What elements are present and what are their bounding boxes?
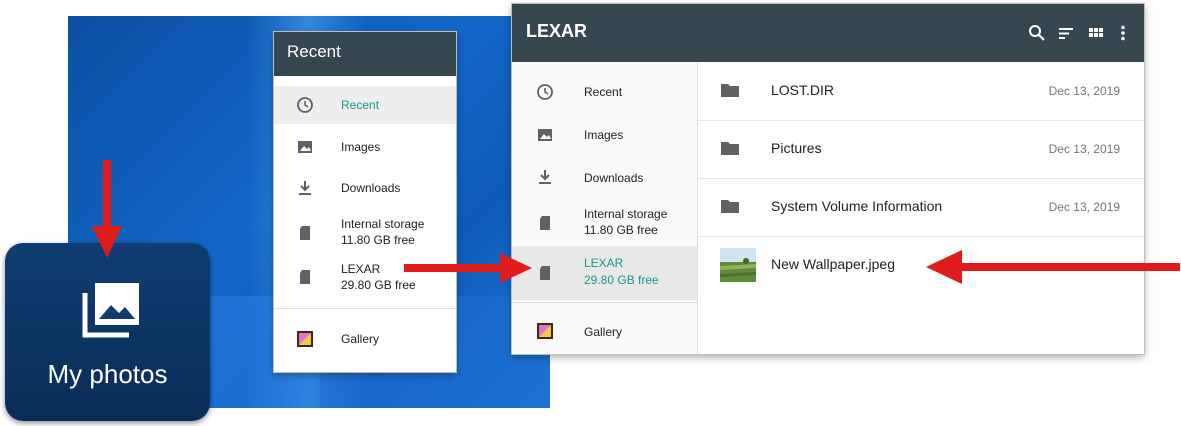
- nav-item-internal-storage[interactable]: Internal storage 11.80 GB free: [274, 212, 456, 252]
- file-date: Dec 13, 2019: [1048, 200, 1120, 214]
- files-window-lexar: LEXAR Recent Images Downloads Internal s…: [512, 4, 1144, 354]
- nav-item-label: Downloads: [341, 181, 401, 195]
- sidebar-item-gallery[interactable]: Gallery: [512, 312, 697, 352]
- sidebar-divider: [512, 302, 697, 303]
- sidebar-item-label: LEXAR: [584, 256, 624, 270]
- sidebar: Recent Images Downloads Internal storage…: [512, 62, 698, 354]
- window-title: Recent: [274, 32, 456, 76]
- file-date: Dec 13, 2019: [1048, 142, 1120, 156]
- image-icon: [298, 141, 312, 153]
- file-name: LOST.DIR: [771, 82, 835, 98]
- nav-item-label: LEXAR: [341, 262, 381, 276]
- my-photos-label: My photos: [47, 359, 168, 389]
- nav-item-label: Internal storage: [341, 217, 425, 231]
- sd-card-icon: [540, 266, 550, 280]
- file-name: Pictures: [771, 140, 822, 156]
- gallery-icon: [297, 331, 313, 347]
- file-name: New Wallpaper.jpeg: [771, 256, 895, 272]
- my-photos-tile[interactable]: My photos: [5, 243, 210, 421]
- sidebar-item-label: Recent: [584, 85, 623, 99]
- photo-library-icon: [82, 283, 139, 338]
- right-arrow-annotation: [404, 253, 532, 283]
- sidebar-item-label: Internal storage: [584, 207, 668, 221]
- grid-view-icon[interactable]: [1087, 24, 1105, 42]
- clock-icon: [297, 97, 313, 113]
- window-title: LEXAR: [526, 21, 588, 41]
- down-arrow-annotation: [92, 160, 122, 258]
- folder-icon: [721, 142, 739, 155]
- gallery-icon: [537, 323, 553, 339]
- sort-icon[interactable]: [1057, 24, 1075, 42]
- sidebar-item-downloads[interactable]: Downloads: [512, 158, 697, 198]
- sidebar-item-sublabel: 11.80 GB free: [584, 223, 658, 237]
- sidebar-item-label: Downloads: [584, 171, 644, 185]
- folder-icon: [721, 84, 739, 97]
- file-row-pictures[interactable]: Pictures Dec 13, 2019: [698, 120, 1144, 179]
- nav-item-recent[interactable]: Recent: [274, 86, 456, 124]
- files-window-recent: Recent Recent Images Downloads Internal …: [274, 32, 456, 372]
- window-header: LEXAR: [512, 4, 1144, 62]
- sidebar-item-label: Gallery: [584, 325, 623, 339]
- nav-item-label: Images: [341, 140, 381, 154]
- file-row-system-volume-information[interactable]: System Volume Information Dec 13, 2019: [698, 178, 1144, 237]
- more-vert-icon[interactable]: [1114, 24, 1132, 42]
- clock-icon: [537, 84, 553, 100]
- sidebar-item-internal-storage[interactable]: Internal storage 11.80 GB free: [512, 200, 697, 244]
- nav-item-label: Gallery: [341, 332, 380, 346]
- download-icon: [299, 181, 311, 195]
- file-row-lost-dir[interactable]: LOST.DIR Dec 13, 2019: [698, 62, 1144, 121]
- file-date: Dec 13, 2019: [1048, 84, 1120, 98]
- folder-icon: [721, 200, 739, 213]
- sd-card-icon: [300, 226, 310, 240]
- sidebar-item-recent[interactable]: Recent: [512, 72, 697, 112]
- image-icon: [538, 129, 552, 141]
- nav-item-downloads[interactable]: Downloads: [274, 172, 456, 206]
- nav-item-images[interactable]: Images: [274, 130, 456, 164]
- image-thumbnail: [720, 248, 756, 282]
- download-icon: [539, 170, 551, 184]
- file-name: System Volume Information: [771, 198, 943, 214]
- nav-item-label: Recent: [341, 98, 380, 112]
- left-arrow-annotation: [926, 250, 1180, 284]
- file-list: LOST.DIR Dec 13, 2019 Pictures Dec 13, 2…: [698, 62, 1144, 354]
- sd-card-icon: [300, 270, 310, 284]
- sidebar-item-images[interactable]: Images: [512, 116, 697, 156]
- sd-card-icon: [540, 216, 550, 230]
- nav-item-sublabel: 11.80 GB free: [341, 233, 415, 247]
- sidebar-item-lexar[interactable]: LEXAR 29.80 GB free: [512, 246, 697, 300]
- nav-divider: [274, 308, 456, 309]
- search-icon[interactable]: [1028, 24, 1046, 42]
- nav-item-gallery[interactable]: Gallery: [274, 322, 456, 358]
- sidebar-item-sublabel: 29.80 GB free: [584, 273, 659, 287]
- sidebar-item-label: Images: [584, 128, 624, 142]
